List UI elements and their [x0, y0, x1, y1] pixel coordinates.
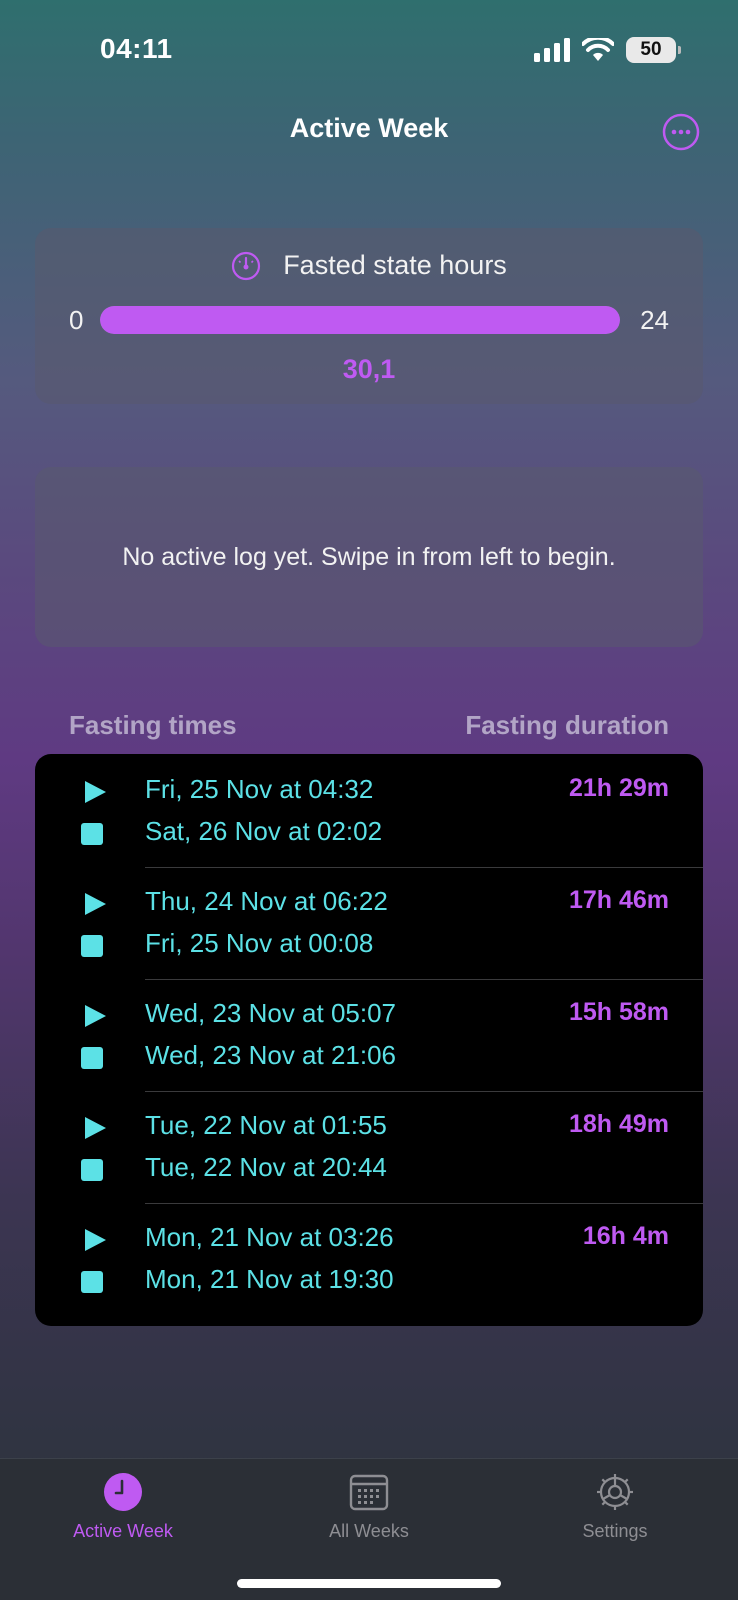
stop-icon	[81, 1271, 103, 1293]
fasting-duration-header: Fasting duration	[465, 710, 669, 740]
log-duration: 15h 58m	[568, 998, 669, 1026]
fasted-hours-header: Fasted state hours	[35, 250, 703, 281]
battery-level: 50	[640, 39, 662, 60]
stop-icon	[81, 1047, 103, 1069]
clock-icon	[104, 1473, 142, 1511]
log-duration: 17h 46m	[568, 886, 669, 914]
play-icon	[85, 1229, 106, 1251]
stop-icon	[81, 823, 103, 845]
log-start-time: Thu, 24 Nov at 06:22	[145, 886, 388, 916]
tab-active-week[interactable]: Active Week	[0, 1459, 246, 1559]
progress-max-label: 24	[640, 305, 669, 335]
log-start-time: Tue, 22 Nov at 01:55	[145, 1110, 387, 1140]
home-indicator[interactable]	[237, 1579, 501, 1588]
ellipsis-circle-icon[interactable]	[662, 113, 700, 151]
active-log-card[interactable]: No active log yet. Swipe in from left to…	[35, 467, 703, 647]
battery-icon: 50	[626, 37, 681, 63]
log-row[interactable]: Wed, 23 Nov at 05:07 Wed, 23 Nov at 21:06…	[35, 978, 703, 1092]
tab-label: Settings	[582, 1521, 648, 1541]
log-start-time: Fri, 25 Nov at 04:32	[145, 774, 374, 804]
log-duration: 18h 49m	[568, 1110, 669, 1138]
log-row[interactable]: Fri, 25 Nov at 04:32 Sat, 26 Nov at 02:02…	[35, 754, 703, 868]
fasted-progress-fill	[100, 306, 620, 334]
progress-min-label: 0	[69, 305, 84, 335]
log-duration: 16h 4m	[582, 1222, 669, 1250]
log-start-time: Wed, 23 Nov at 05:07	[145, 998, 397, 1028]
play-icon	[85, 1005, 106, 1027]
log-duration: 21h 29m	[568, 774, 669, 802]
log-end-time: Wed, 23 Nov at 21:06	[145, 1040, 397, 1070]
play-icon	[85, 781, 106, 803]
page-title: Active Week	[289, 113, 449, 143]
log-row[interactable]: Tue, 22 Nov at 01:55 Tue, 22 Nov at 20:44…	[35, 1090, 703, 1204]
log-row[interactable]: Thu, 24 Nov at 06:22 Fri, 25 Nov at 00:08…	[35, 866, 703, 980]
wifi-icon	[582, 38, 614, 61]
fasting-log-list: Fri, 25 Nov at 04:32 Sat, 26 Nov at 02:02…	[35, 754, 703, 1326]
log-end-time: Sat, 26 Nov at 02:02	[145, 816, 383, 846]
log-end-time: Tue, 22 Nov at 20:44	[145, 1152, 387, 1182]
log-end-time: Mon, 21 Nov at 19:30	[145, 1264, 394, 1294]
fasted-hours-title: Fasted state hours	[283, 250, 507, 280]
gear-icon	[597, 1474, 633, 1510]
status-time: 04:11	[100, 33, 173, 64]
tab-label: All Weeks	[329, 1521, 409, 1541]
tab-all-weeks[interactable]: All Weeks	[246, 1459, 492, 1559]
play-icon	[85, 1117, 106, 1139]
fasted-hours-value: 30,1	[342, 354, 396, 384]
tab-settings[interactable]: Settings	[492, 1459, 738, 1559]
empty-log-message: No active log yet. Swipe in from left to…	[122, 542, 616, 571]
status-icons: 50	[534, 37, 681, 63]
fasted-hours-card: Fasted state hours 0 24 30,1	[35, 228, 703, 404]
log-end-time: Fri, 25 Nov at 00:08	[145, 928, 374, 958]
fasted-progress-bar	[100, 306, 620, 334]
cellular-signal-icon	[534, 38, 570, 62]
gauge-icon	[232, 251, 261, 280]
stop-icon	[81, 935, 103, 957]
play-icon	[85, 893, 106, 915]
tab-label: Active Week	[73, 1521, 173, 1541]
fasting-times-header: Fasting times	[69, 710, 237, 740]
log-row[interactable]: Mon, 21 Nov at 03:26 Mon, 21 Nov at 19:30…	[35, 1202, 703, 1316]
stop-icon	[81, 1159, 103, 1181]
calendar-icon	[349, 1474, 389, 1511]
log-start-time: Mon, 21 Nov at 03:26	[145, 1222, 394, 1252]
